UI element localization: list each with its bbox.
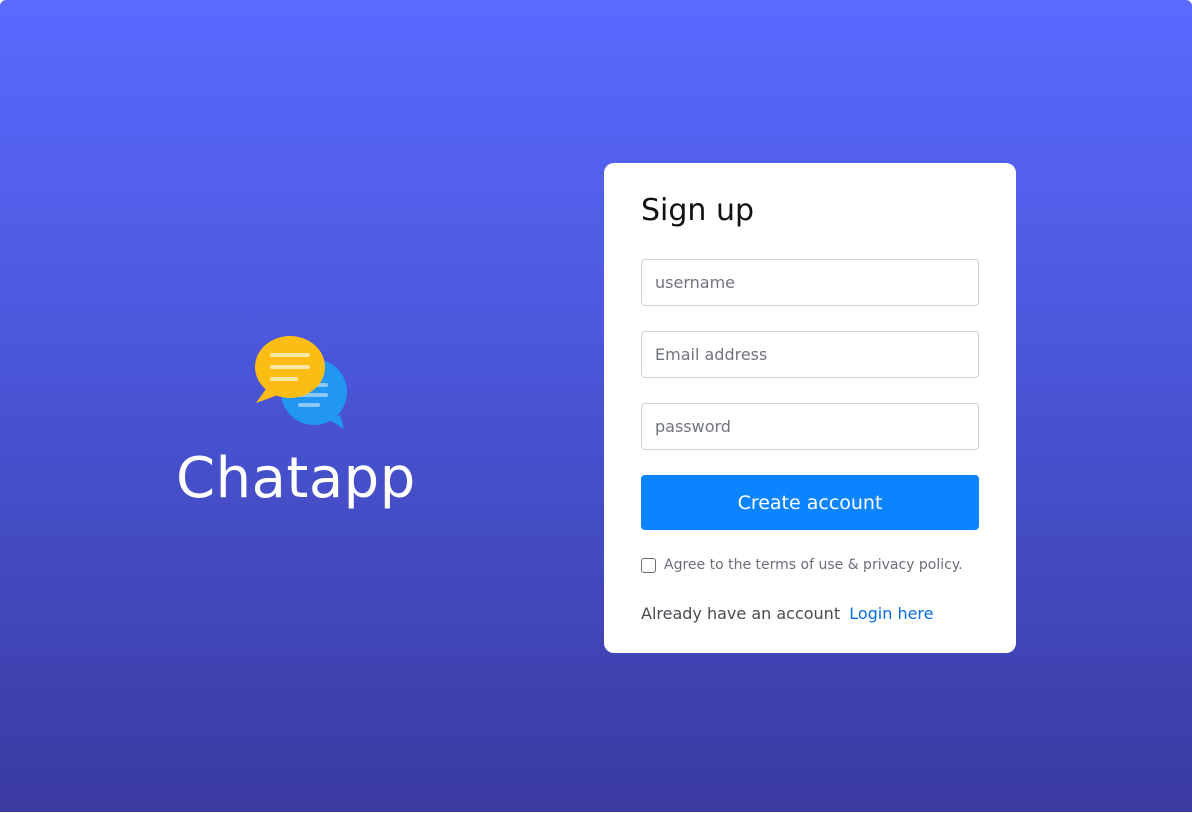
email-input[interactable] bbox=[641, 331, 979, 378]
terms-label: Agree to the terms of use & privacy poli… bbox=[664, 557, 963, 573]
page-background: Chatapp Sign up Create account Agree to … bbox=[0, 0, 1192, 812]
login-prompt-row: Already have an account Login here bbox=[641, 604, 934, 623]
password-input[interactable] bbox=[641, 403, 979, 450]
login-prompt-text: Already have an account bbox=[641, 604, 841, 623]
terms-checkbox[interactable] bbox=[641, 557, 656, 573]
create-account-button[interactable]: Create account bbox=[641, 475, 979, 530]
username-input[interactable] bbox=[641, 259, 979, 306]
chat-bubbles-icon bbox=[254, 335, 350, 431]
brand-name: Chatapp bbox=[176, 446, 416, 511]
terms-row: Agree to the terms of use & privacy poli… bbox=[641, 557, 963, 573]
login-link[interactable]: Login here bbox=[849, 604, 933, 623]
signup-card: Sign up Create account Agree to the term… bbox=[604, 163, 1016, 653]
brand: Chatapp bbox=[176, 335, 426, 515]
signup-title: Sign up bbox=[641, 193, 755, 228]
